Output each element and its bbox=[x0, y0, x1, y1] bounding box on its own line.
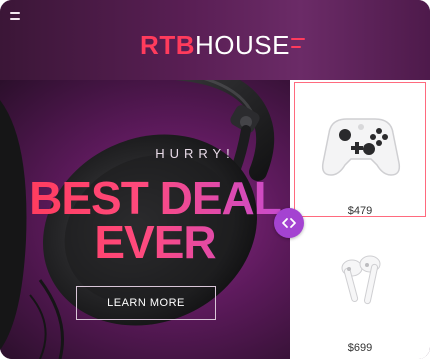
brand-house: HOUSE bbox=[194, 30, 290, 60]
product-price: $479 bbox=[347, 205, 373, 217]
hamburger-icon[interactable] bbox=[10, 12, 20, 20]
brand-logo: RTBHOUSE bbox=[0, 30, 430, 60]
slider-handle[interactable] bbox=[274, 208, 304, 238]
hero-headline: BEST DEAL EVER bbox=[20, 176, 290, 264]
ad-widget: RTBHOUSE HURRY! BEST DEAL EVER LEARN MOR… bbox=[0, 0, 430, 359]
hero-headline-line1: BEST DEAL bbox=[29, 172, 281, 224]
brand-mark-icon bbox=[291, 38, 305, 48]
learn-more-button[interactable]: LEARN MORE bbox=[76, 286, 216, 320]
product-card[interactable]: $699 bbox=[294, 238, 426, 359]
header: RTBHOUSE bbox=[0, 0, 430, 80]
hero-eyebrow: HURRY! bbox=[155, 146, 235, 161]
product-card[interactable]: $479 bbox=[294, 82, 426, 217]
product-column: $479 $699 bbox=[290, 80, 430, 359]
chevron-left-right-icon bbox=[282, 218, 296, 228]
hero-banner[interactable]: HURRY! BEST DEAL EVER LEARN MORE bbox=[0, 80, 290, 359]
game-controller-image bbox=[321, 118, 401, 176]
earbuds-image bbox=[341, 255, 381, 305]
product-price: $699 bbox=[347, 342, 373, 354]
brand-rtb: RTB bbox=[140, 30, 195, 60]
hero-headline-line2: EVER bbox=[94, 216, 216, 268]
